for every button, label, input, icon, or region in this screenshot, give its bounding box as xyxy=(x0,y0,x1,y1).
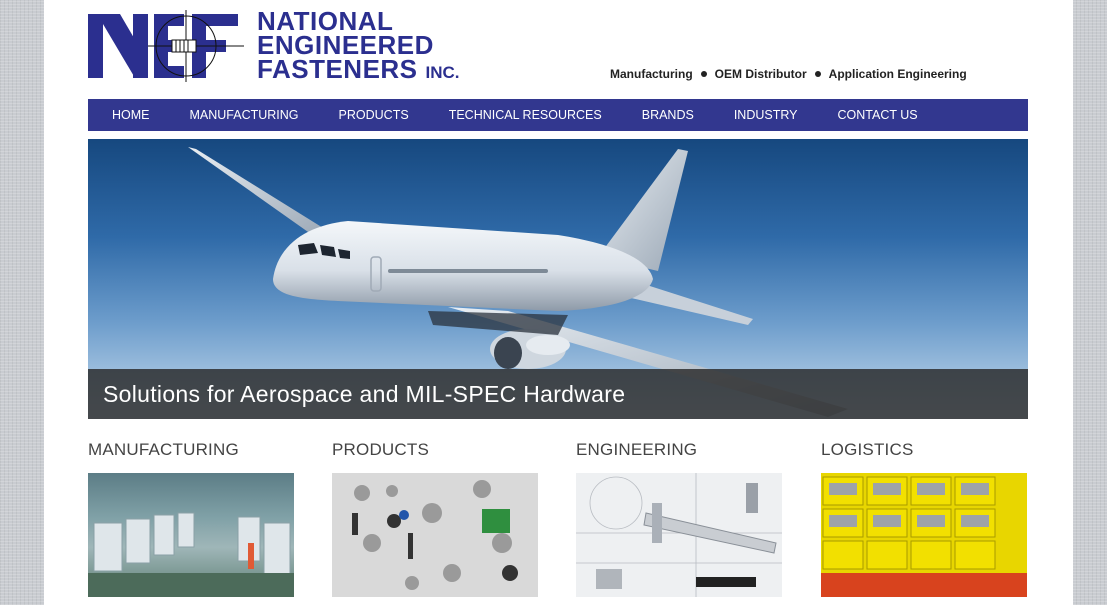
nav-products[interactable]: PRODUCTS xyxy=(319,99,429,131)
caliper-blueprint-icon xyxy=(576,473,782,597)
nav-manufacturing[interactable]: MANUFACTURING xyxy=(170,99,319,131)
tagline-item-engineering: Application Engineering xyxy=(828,67,967,81)
category-title: MANUFACTURING xyxy=(88,440,239,459)
category-engineering[interactable]: ENGINEERING xyxy=(576,438,782,597)
company-name: NATIONAL ENGINEERED FASTENERS INC. xyxy=(257,8,460,85)
fasteners-assortment-icon xyxy=(352,480,518,590)
bullet-icon xyxy=(814,71,821,78)
factory-machines-icon xyxy=(88,512,294,597)
tagline-item-oem: OEM Distributor xyxy=(714,67,807,81)
hero-caption: Solutions for Aerospace and MIL-SPEC Har… xyxy=(88,369,1028,419)
category-products[interactable]: PRODUCTS xyxy=(332,438,538,597)
category-title: LOGISTICS xyxy=(821,440,914,459)
company-name-line3: FASTENERS INC. xyxy=(257,54,460,85)
parts-bins-icon xyxy=(821,476,1027,597)
hero-banner[interactable]: Solutions for Aerospace and MIL-SPEC Har… xyxy=(88,139,1028,419)
category-title: PRODUCTS xyxy=(332,440,429,459)
nav-technical-resources[interactable]: TECHNICAL RESOURCES xyxy=(429,99,622,131)
manufacturing-photo[interactable] xyxy=(88,473,294,597)
category-manufacturing[interactable]: MANUFACTURING xyxy=(88,438,294,597)
nef-logo-mark-icon xyxy=(88,10,244,82)
bullet-icon xyxy=(700,71,707,78)
tagline-item-manufacturing: Manufacturing xyxy=(610,67,693,81)
nav-home[interactable]: HOME xyxy=(88,99,170,131)
main-nav: HOME MANUFACTURING PRODUCTS TECHNICAL RE… xyxy=(88,99,1028,131)
company-name-line3-text: FASTENERS xyxy=(257,54,418,84)
tagline: Manufacturing OEM Distributor Application … xyxy=(610,67,967,81)
company-inc: INC. xyxy=(425,63,460,82)
company-logo[interactable]: NATIONAL ENGINEERED FASTENERS INC. xyxy=(88,8,548,86)
engineering-photo[interactable] xyxy=(576,473,782,597)
category-title: ENGINEERING xyxy=(576,440,698,459)
nav-brands[interactable]: BRANDS xyxy=(622,99,714,131)
logistics-photo[interactable] xyxy=(821,473,1027,597)
products-photo[interactable] xyxy=(332,473,538,597)
category-logistics[interactable]: LOGISTICS xyxy=(821,438,1027,597)
nav-contact-us[interactable]: CONTACT US xyxy=(818,99,938,131)
nav-industry[interactable]: INDUSTRY xyxy=(714,99,818,131)
